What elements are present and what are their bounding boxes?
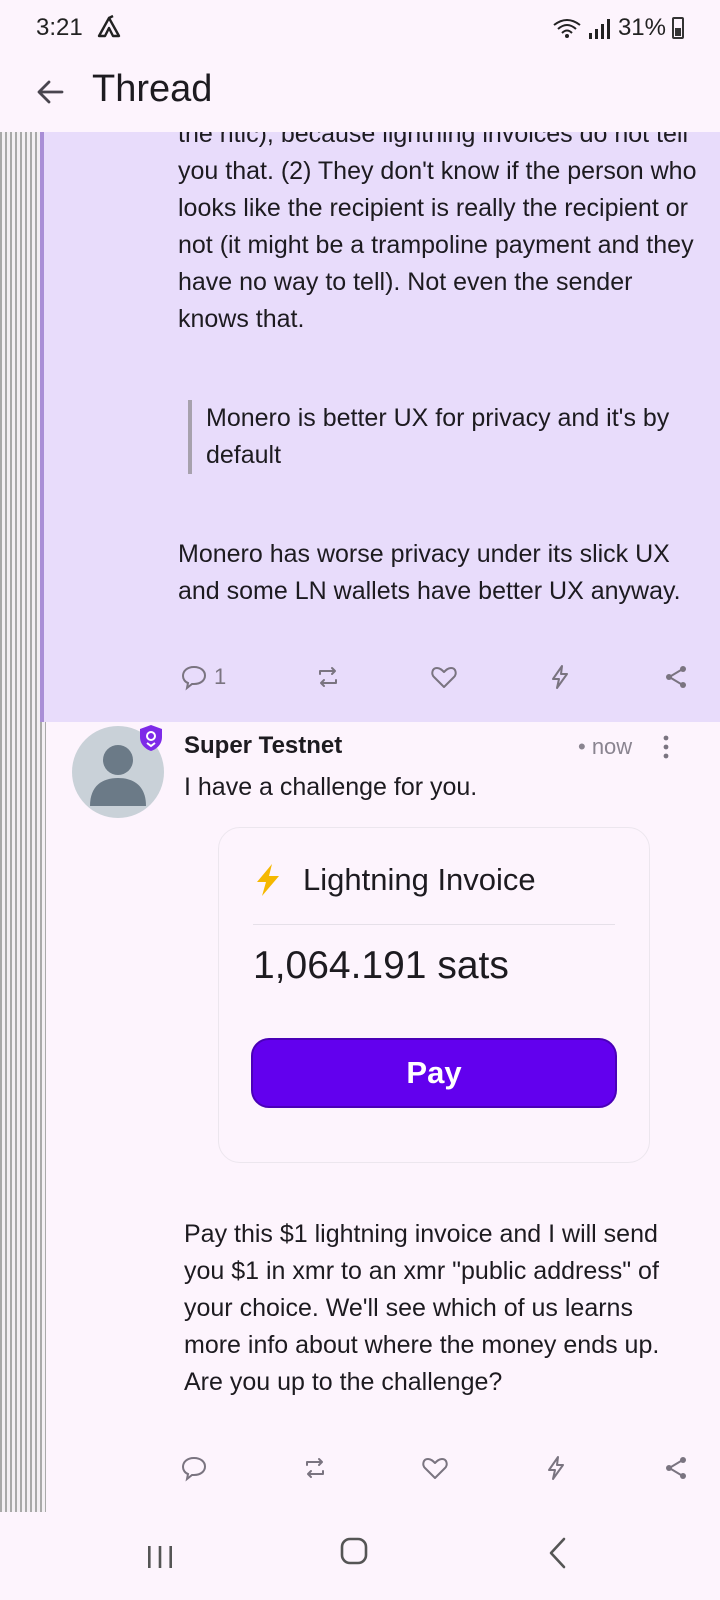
share-button[interactable] <box>662 663 690 691</box>
battery-icon <box>672 17 684 39</box>
status-time: 3:21 <box>36 14 83 41</box>
lightning-invoice-card: Lightning Invoice 1,064.191 sats Pay <box>218 827 650 1163</box>
lightning-icon <box>257 864 279 896</box>
thread-content[interactable]: the htlc), because lightning invoices do… <box>0 132 720 1512</box>
repost-button[interactable] <box>301 1454 329 1482</box>
pay-button[interactable]: Pay <box>251 1038 617 1108</box>
like-button[interactable] <box>421 1454 449 1482</box>
signal-icon <box>588 19 610 39</box>
reply-body-text: Pay this $1 lightning invoice and I will… <box>184 1220 660 1396</box>
like-icon <box>431 667 457 688</box>
like-icon <box>422 1458 448 1479</box>
reply-count: 1 <box>214 664 227 689</box>
highlight-bar <box>40 132 44 722</box>
app-notification-icon <box>97 14 121 38</box>
share-button[interactable] <box>662 1454 690 1482</box>
reply-button[interactable]: 1 <box>180 663 226 691</box>
page-title: Thread <box>92 68 213 110</box>
previous-note-text-continued: Monero has worse privacy under its slick… <box>178 540 681 605</box>
zap-button[interactable] <box>542 1454 570 1482</box>
quote-block: Monero is better UX for privacy and it's… <box>188 400 688 474</box>
reply-icon <box>181 1456 207 1482</box>
repost-button[interactable] <box>314 663 342 691</box>
previous-note-text: the htlc), because lightning invoices do… <box>178 132 697 333</box>
reply-icon <box>181 665 207 691</box>
zap-icon <box>552 665 569 689</box>
previous-note-actions: 1 <box>180 657 690 697</box>
reply-note-actions <box>180 1448 690 1488</box>
zap-icon <box>547 1456 564 1480</box>
author-name[interactable]: Super Testnet <box>184 732 342 760</box>
nav-back-icon[interactable] <box>546 1536 570 1570</box>
app-bar: Thread <box>0 56 720 132</box>
timestamp: • now <box>578 734 633 759</box>
reply-intro-text: I have a challenge for you. <box>184 773 478 801</box>
invoice-divider <box>253 924 615 925</box>
zap-button[interactable] <box>546 663 574 691</box>
home-icon[interactable] <box>340 1536 368 1566</box>
recents-icon[interactable] <box>146 1534 174 1578</box>
invoice-amount: 1,064.191 sats <box>253 944 509 987</box>
repost-icon <box>305 1458 324 1478</box>
repost-icon <box>319 667 338 687</box>
system-nav-bar <box>0 1512 720 1600</box>
share-icon <box>666 1457 686 1479</box>
back-arrow-icon <box>37 80 64 104</box>
status-indicators: 31% <box>552 14 684 42</box>
verified-icon <box>140 725 162 751</box>
like-button[interactable] <box>430 663 458 691</box>
more-icon[interactable] <box>654 732 678 762</box>
battery-percent: 31% <box>617 14 666 41</box>
reply-button[interactable] <box>180 1454 208 1482</box>
back-button[interactable] <box>28 70 72 114</box>
share-icon <box>666 666 686 688</box>
invoice-header: Lightning Invoice <box>253 862 536 898</box>
status-bar: 3:21 31% <box>0 0 720 56</box>
wifi-icon <box>553 19 581 38</box>
invoice-title: Lightning Invoice <box>303 862 536 897</box>
